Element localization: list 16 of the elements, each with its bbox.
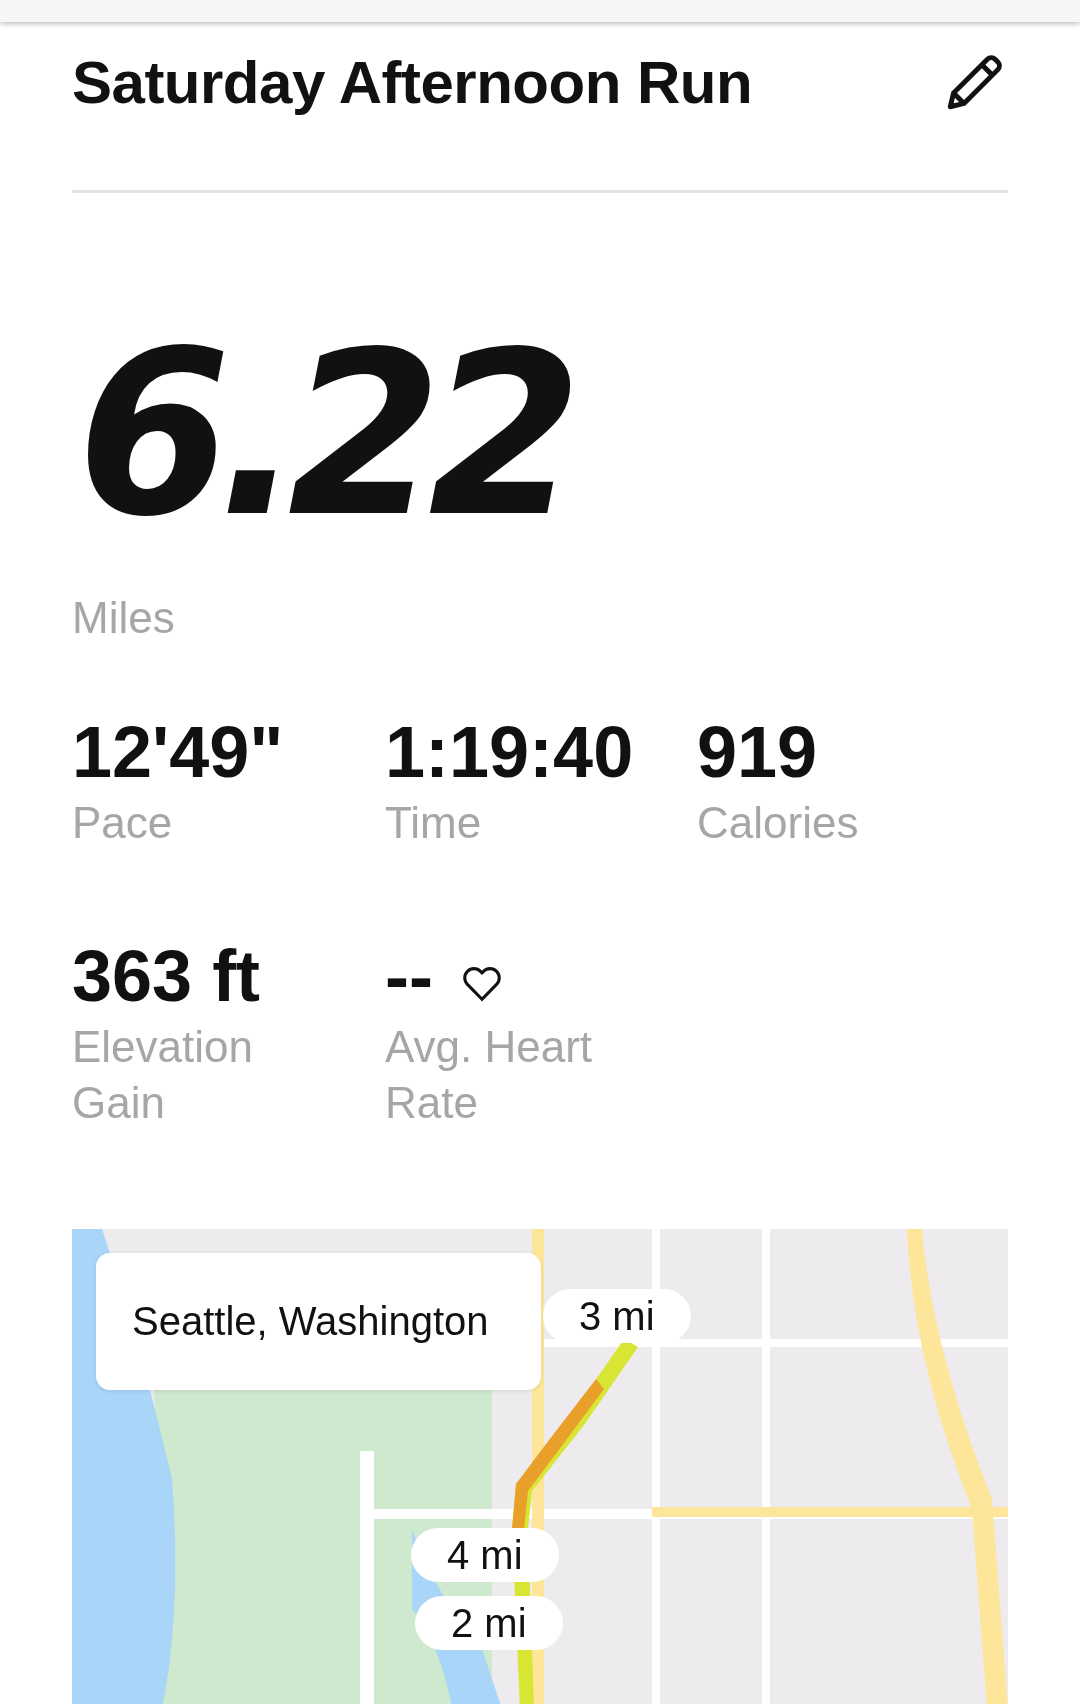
distance-unit: Miles (72, 593, 175, 643)
stat-value: 363 ft (72, 935, 261, 1017)
activity-title: Saturday Afternoon Run (72, 47, 753, 117)
stat-value: 919 (697, 711, 818, 793)
stat-label: Avg. Heart Rate (385, 1021, 594, 1129)
location-label: Seattle, Washington (96, 1253, 541, 1390)
stat-value: -- (385, 935, 433, 1017)
distance-marker: 2 mi (415, 1596, 563, 1650)
distance-value: 6.22 (77, 325, 569, 545)
stat-label: Time (385, 797, 483, 849)
stat-value: 1:19:40 (385, 711, 634, 793)
distance-marker: 4 mi (411, 1528, 559, 1582)
stat-label: Pace (72, 797, 174, 849)
stat-value: 12'49" (72, 711, 284, 793)
stat-label: Elevation Gain (72, 1021, 254, 1129)
stat-label: Calories (697, 797, 860, 849)
